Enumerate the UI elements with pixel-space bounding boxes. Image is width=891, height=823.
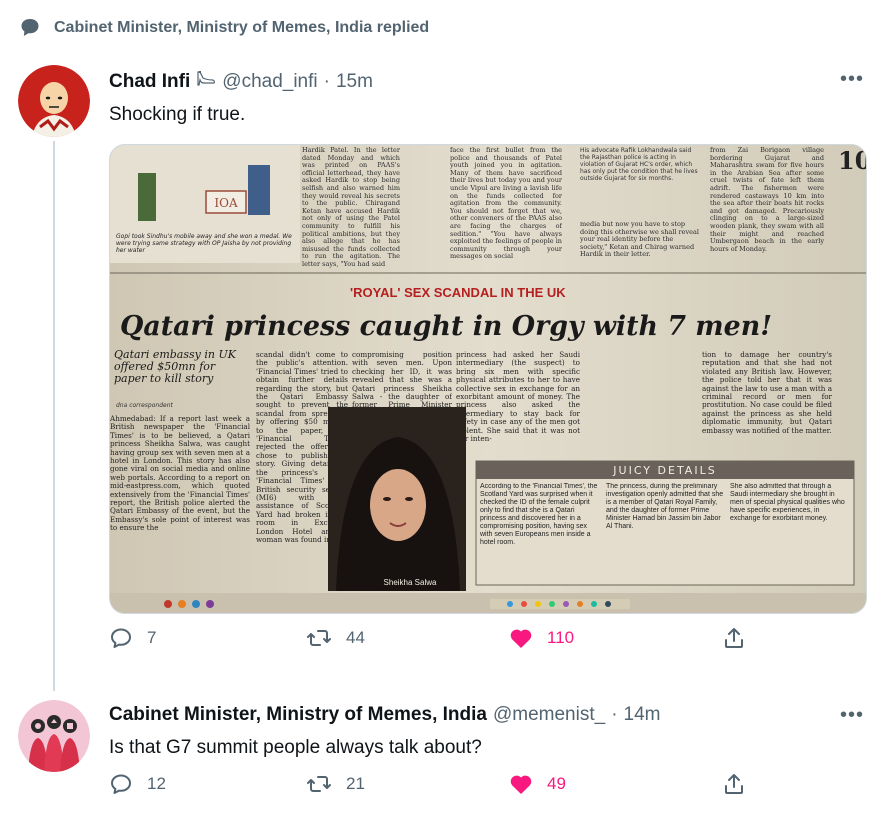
separator-dot: · <box>611 704 618 725</box>
photo-caption: Sheikha Salwa <box>384 578 437 587</box>
like-count: 110 <box>547 628 575 647</box>
sidebar-heading: Qatari embassy in UK offered $50mn for p… <box>114 349 236 385</box>
avatar[interactable] <box>18 700 90 772</box>
box-title: JUICY DETAILS <box>612 464 716 477</box>
top-article-col-2: face the first bullet from the police an… <box>450 147 562 261</box>
tweet-header: Cabinet Minister, Ministry of Memes, Ind… <box>109 704 660 726</box>
tweet-media-newspaper[interactable]: IOA Gopi took Sindhu's mobile away and s… <box>109 144 867 614</box>
author-name[interactable]: Chad Infi <box>109 71 190 93</box>
more-icon[interactable]: ••• <box>840 704 864 727</box>
headline: Qatari princess caught in Orgy with 7 me… <box>120 311 772 342</box>
cartoon-caption: Gopi took Sindhu's mobile away and she w… <box>116 233 292 254</box>
like-count: 49 <box>547 774 566 793</box>
cartoon-sign: IOA <box>214 196 238 210</box>
separator-dot: · <box>323 71 330 92</box>
top-article-col-3: media but now you have to stop doing thi… <box>580 221 699 259</box>
reply-icon <box>109 772 133 796</box>
author-handle[interactable]: @chad_infi <box>222 71 317 93</box>
box-col-2: The princess, during the preliminary inv… <box>606 483 724 530</box>
page-number: 10 <box>838 146 867 175</box>
more-icon[interactable]: ••• <box>840 68 864 91</box>
reply-count: 7 <box>147 628 157 647</box>
retweet-icon <box>306 772 332 796</box>
article-col-5: tion to damage her country's reputation … <box>702 351 832 435</box>
tweet-header: Chad Infi @chad_infi · 15m <box>109 69 373 93</box>
section-label: 'ROYAL' SEX SCANDAL IN THE UK <box>350 285 566 300</box>
share-button[interactable] <box>723 772 745 796</box>
princess-photo: Sheikha Salwa <box>328 407 466 591</box>
timestamp[interactable]: 14m <box>624 704 661 726</box>
reply-banner-text: Cabinet Minister, Ministry of Memes, Ind… <box>54 18 430 36</box>
reply-count: 12 <box>147 774 166 793</box>
like-button[interactable]: 49 <box>509 773 566 795</box>
author-name[interactable]: Cabinet Minister, Ministry of Memes, Ind… <box>109 704 487 726</box>
speech-bubble-icon <box>20 18 40 37</box>
heart-icon <box>509 773 533 795</box>
top-article-col-4: from Zai Borigaon village bordering Guja… <box>710 147 824 253</box>
timestamp[interactable]: 15m <box>336 71 373 93</box>
reply-button[interactable]: 7 <box>109 626 156 650</box>
share-icon <box>723 772 745 796</box>
reply-button[interactable]: 12 <box>109 772 166 796</box>
top-article-col-1: Hardik Patel. In the letter dated Monday… <box>302 147 400 268</box>
tweet-text: Is that G7 summit people always talk abo… <box>109 737 482 758</box>
reply-banner[interactable]: Cabinet Minister, Ministry of Memes, Ind… <box>20 18 429 37</box>
retweet-button[interactable]: 21 <box>306 772 365 796</box>
retweet-icon <box>306 626 332 650</box>
avatar[interactable] <box>18 65 90 137</box>
heart-icon <box>509 627 533 649</box>
high-heel-emoji-icon <box>196 69 216 92</box>
retweet-count: 44 <box>346 628 365 647</box>
box-col-1: According to the 'Financial Times', the … <box>480 483 598 546</box>
thread-line <box>53 141 55 691</box>
retweet-button[interactable]: 44 <box>306 626 365 650</box>
like-button[interactable]: 110 <box>509 627 574 649</box>
tweet-text: Shocking if true. <box>109 104 246 125</box>
share-button[interactable] <box>723 626 745 650</box>
share-icon <box>723 626 745 650</box>
box-col-3: She also admitted that through a Saudi i… <box>730 483 845 522</box>
article-col-4: princess had asked her Saudi intermediar… <box>456 351 580 444</box>
retweet-count: 21 <box>346 774 365 793</box>
byline: dna correspondent <box>116 402 174 409</box>
reply-icon <box>109 626 133 650</box>
article-col-1: Ahmedabad: If a report last week a Briti… <box>110 415 250 533</box>
top-article-note: His advocate Rafik Lokhandwala said the … <box>580 147 698 182</box>
author-handle[interactable]: @memenist_ <box>493 704 605 726</box>
